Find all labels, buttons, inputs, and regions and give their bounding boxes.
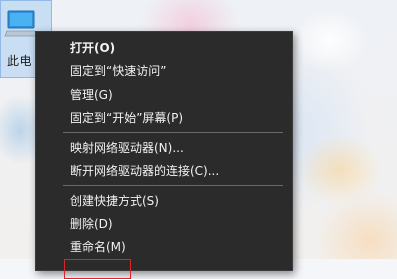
menu-item-label: 映射网络驱动器(N)... — [70, 141, 184, 155]
menu-item-label: 断开网络驱动器的连接(C)... — [70, 164, 220, 178]
menu-separator — [63, 132, 283, 133]
context-menu: 打开(O) 固定到“快速访问” 管理(G) 固定到“开始”屏幕(P) 映射网络驱… — [35, 31, 293, 279]
menu-item-delete[interactable]: 删除(D) — [36, 213, 292, 235]
menu-item-pin-start[interactable]: 固定到“开始”屏幕(P) — [36, 107, 292, 129]
menu-item-label: 固定到“开始”屏幕(P) — [70, 111, 184, 125]
computer-icon — [4, 10, 38, 37]
menu-item-open[interactable]: 打开(O) — [36, 37, 292, 59]
menu-item-rename[interactable]: 重命名(M) — [36, 236, 292, 258]
menu-item-label: 固定到“快速访问” — [70, 64, 167, 78]
menu-item-manage[interactable]: 管理(G) — [36, 84, 292, 106]
menu-item-disconnect-network-drive[interactable]: 断开网络驱动器的连接(C)... — [36, 160, 292, 182]
menu-separator — [63, 185, 283, 186]
menu-item-create-shortcut[interactable]: 创建快捷方式(S) — [36, 190, 292, 212]
menu-item-pin-quick-access[interactable]: 固定到“快速访问” — [36, 60, 292, 82]
menu-item-label: 删除(D) — [70, 217, 113, 231]
highlight-box — [64, 259, 131, 279]
menu-item-label: 重命名(M) — [70, 240, 126, 254]
desktop-icon-label: 此电 — [7, 54, 33, 68]
menu-item-map-network-drive[interactable]: 映射网络驱动器(N)... — [36, 137, 292, 159]
menu-item-label: 创建快捷方式(S) — [70, 194, 159, 208]
menu-item-label: 管理(G) — [70, 88, 113, 102]
menu-item-label: 打开(O) — [70, 41, 116, 55]
